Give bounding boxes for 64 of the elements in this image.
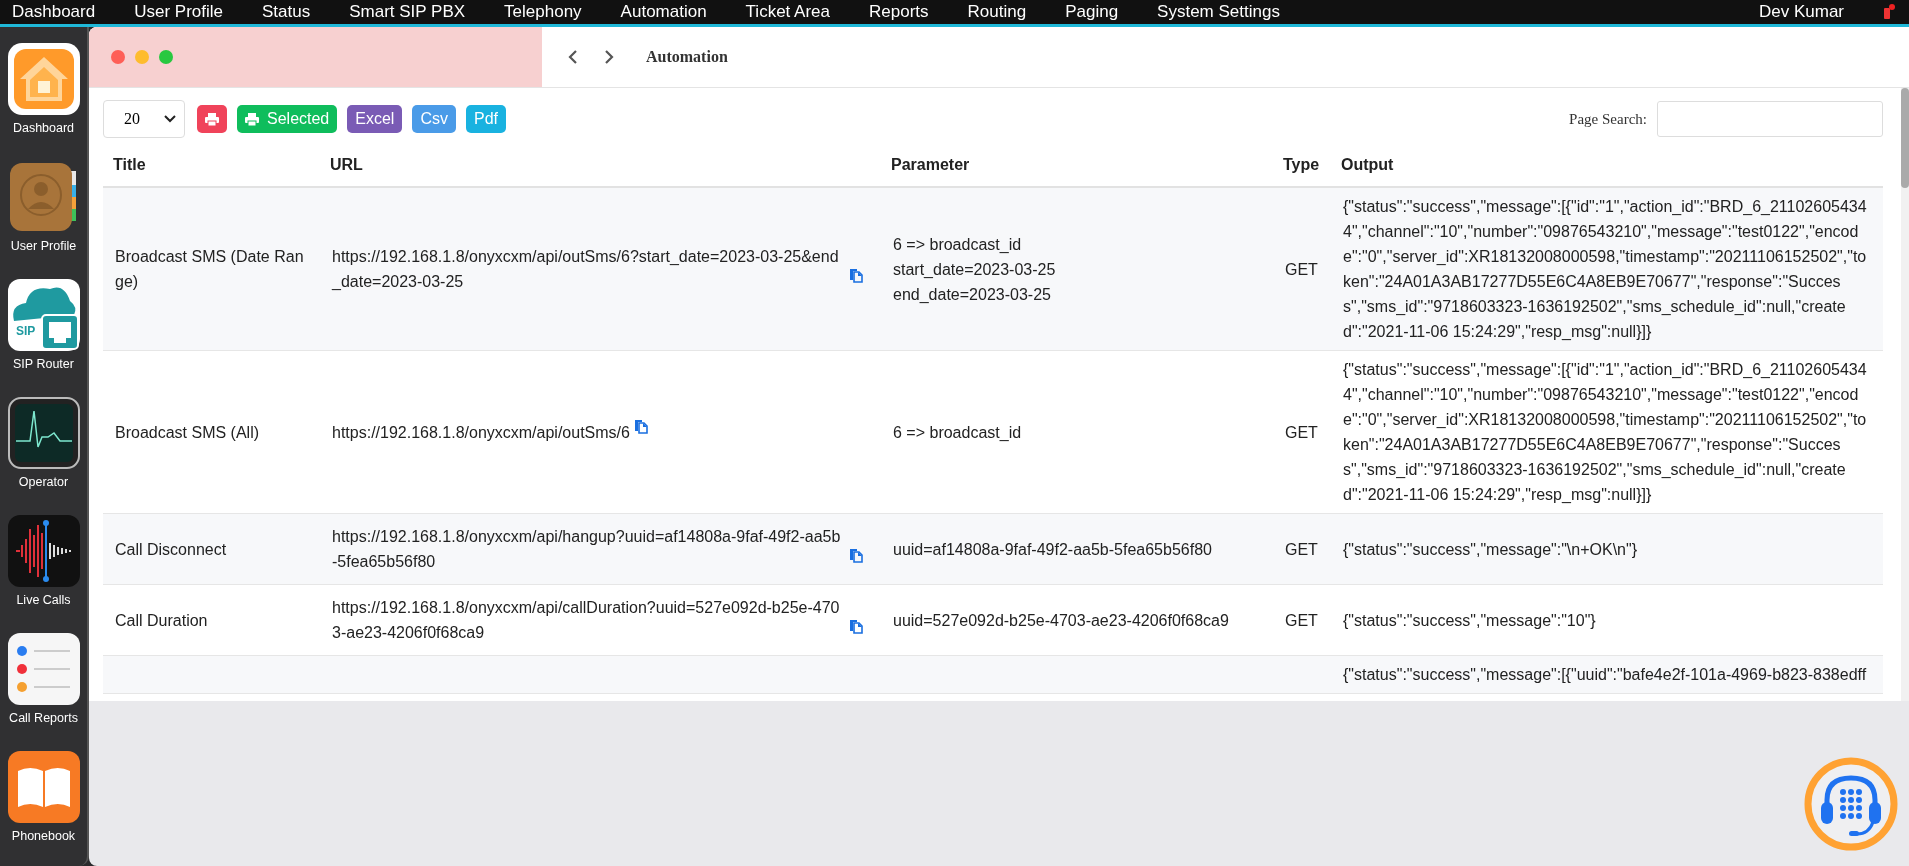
menu-item[interactable]: System Settings [1157,2,1280,22]
url-text: https://192.168.1.8/onyxcxm/api/outSms/6 [332,423,630,443]
heartbeat-monitor-icon[interactable] [7,397,80,469]
title-text: Call Duration [115,611,208,629]
method-text: GET [1285,260,1318,278]
printer-icon [245,112,259,126]
output-text: {"status":"success","message":"10"} [1343,611,1596,629]
menu-item[interactable]: User Profile [134,2,223,22]
house-icon[interactable] [7,43,80,115]
page-search-field[interactable] [1657,101,1883,137]
forward-icon[interactable] [604,50,614,64]
printer-icon [205,112,219,126]
parameter-text: start_date=2023-03-25 [893,259,1057,280]
menu-item[interactable]: Routing [967,2,1027,22]
title-text: Broadcast SMS (Date Range) [115,248,304,290]
title-text: Broadcast SMS (All) [115,423,260,441]
menu-item[interactable]: Status [262,2,311,22]
voice-waveform-icon[interactable] [7,515,80,587]
page-size-select[interactable]: 20 [103,100,185,138]
method-text: GET [1285,423,1318,441]
title-text: Call Disconnect [115,540,227,558]
app-label: Call Reports [9,711,78,725]
app-label: SIP Router [13,357,74,371]
menu-item[interactable]: Ticket Area [745,2,830,22]
print-selected-button[interactable]: Excel [347,105,403,133]
app-label: Live Calls [16,593,71,607]
menu-item[interactable]: Dashboard [12,2,96,22]
method-text: GET [1285,540,1318,558]
menu-item[interactable]: Reports [869,2,929,22]
scrollbar-thumb[interactable] [1901,88,1909,188]
copy-icon[interactable] [849,619,863,634]
app-label: User Profile [10,239,77,253]
back-icon[interactable] [568,50,578,64]
headset-support-icon[interactable] [1803,756,1899,852]
parameter-text: end_date=2023-03-25 [893,284,1052,305]
app-label: Operator [18,475,69,489]
output-text: {"status":"success","message":[{"uuid":"bafe4e2f-101a-4969-b823-838edff [1343,666,1867,683]
copy-icon[interactable] [849,548,863,563]
url-text: https://192.168.1.8/onyxcxm/api/hangup?uuid=af14808a-9faf-49f2-aa5b-5fea65b56f80 [332,527,842,572]
search-label: Page Search: [1569,110,1647,128]
reminders-list-icon[interactable] [7,633,80,705]
copy-icon[interactable] [633,419,648,434]
window-title: Automation [646,48,728,66]
menu-item[interactable]: Smart SIP PBX [349,2,466,22]
menu-item[interactable]: Automation [620,2,707,22]
parameter-text: uuid=527e092d-b25e-4703-ae23-4206f0f68ca9 [893,610,1230,631]
open-book-icon[interactable] [7,751,80,823]
app-label: Phonebook [11,829,76,843]
url-text: https://192.168.1.8/onyxcxm/api/callDuration?uuid=527e092d-b25e-4703-ae23-4206f0f68ca9 [332,598,841,643]
output-text: {"status":"success","message":[{"id":"1","action_id":"BRD_6_211026054344","channel":"10","number":"09876543210","message":"test0122","encode":"0","server_id":XR18132008000598,"timestamp":"20211106152502","token":"24A01A3AB17277D55E6C4A8EB9E70677","response":"Success","sms_id":"9718603323-1636192502","sms_schedule_id":null,"created":"2021-11-06 15:24:29","resp_msg":null}]} [1343,361,1867,503]
parameter-text: 6 => broadcast_id [893,422,1023,443]
method-text: GET [1285,611,1318,629]
copy-icon[interactable] [849,268,863,283]
output-text: {"status":"success","message":"\n+OK\n"} [1343,540,1637,558]
parameter-text: 6 => broadcast_id [893,234,1023,255]
menu-item[interactable]: Paging [1065,2,1119,22]
output-text: {"status":"success","message":[{"id":"1","action_id":"BRD_6_211026054344","channel":"10","number":"09876543210","message":"test0122","encode":"0","server_id":XR18132008000598,"timestamp":"20211106152502","token":"24A01A3AB17277D55E6C4A8EB9E70677","response":"Success","sms_id":"9718603323-1636192502","sms_schedule_id":null,"created":"2021-11-06 15:24:29","resp_msg":null}]} [1343,198,1867,340]
chevron-down-icon [164,115,176,123]
print-button[interactable] [197,105,227,133]
url-text: https://192.168.1.8/onyxcxm/api/outSms/6?start_date=2023-03-25&end_date=2023-03-25 [332,247,840,292]
menu-item[interactable]: Telephony [504,2,582,22]
user-name[interactable]: Dev Kumar [1758,2,1844,22]
parameter-text: uuid=af14808a-9faf-49f2-aa5b-5fea65b56f80 [893,539,1213,560]
app-label: Dashboard [12,121,75,135]
